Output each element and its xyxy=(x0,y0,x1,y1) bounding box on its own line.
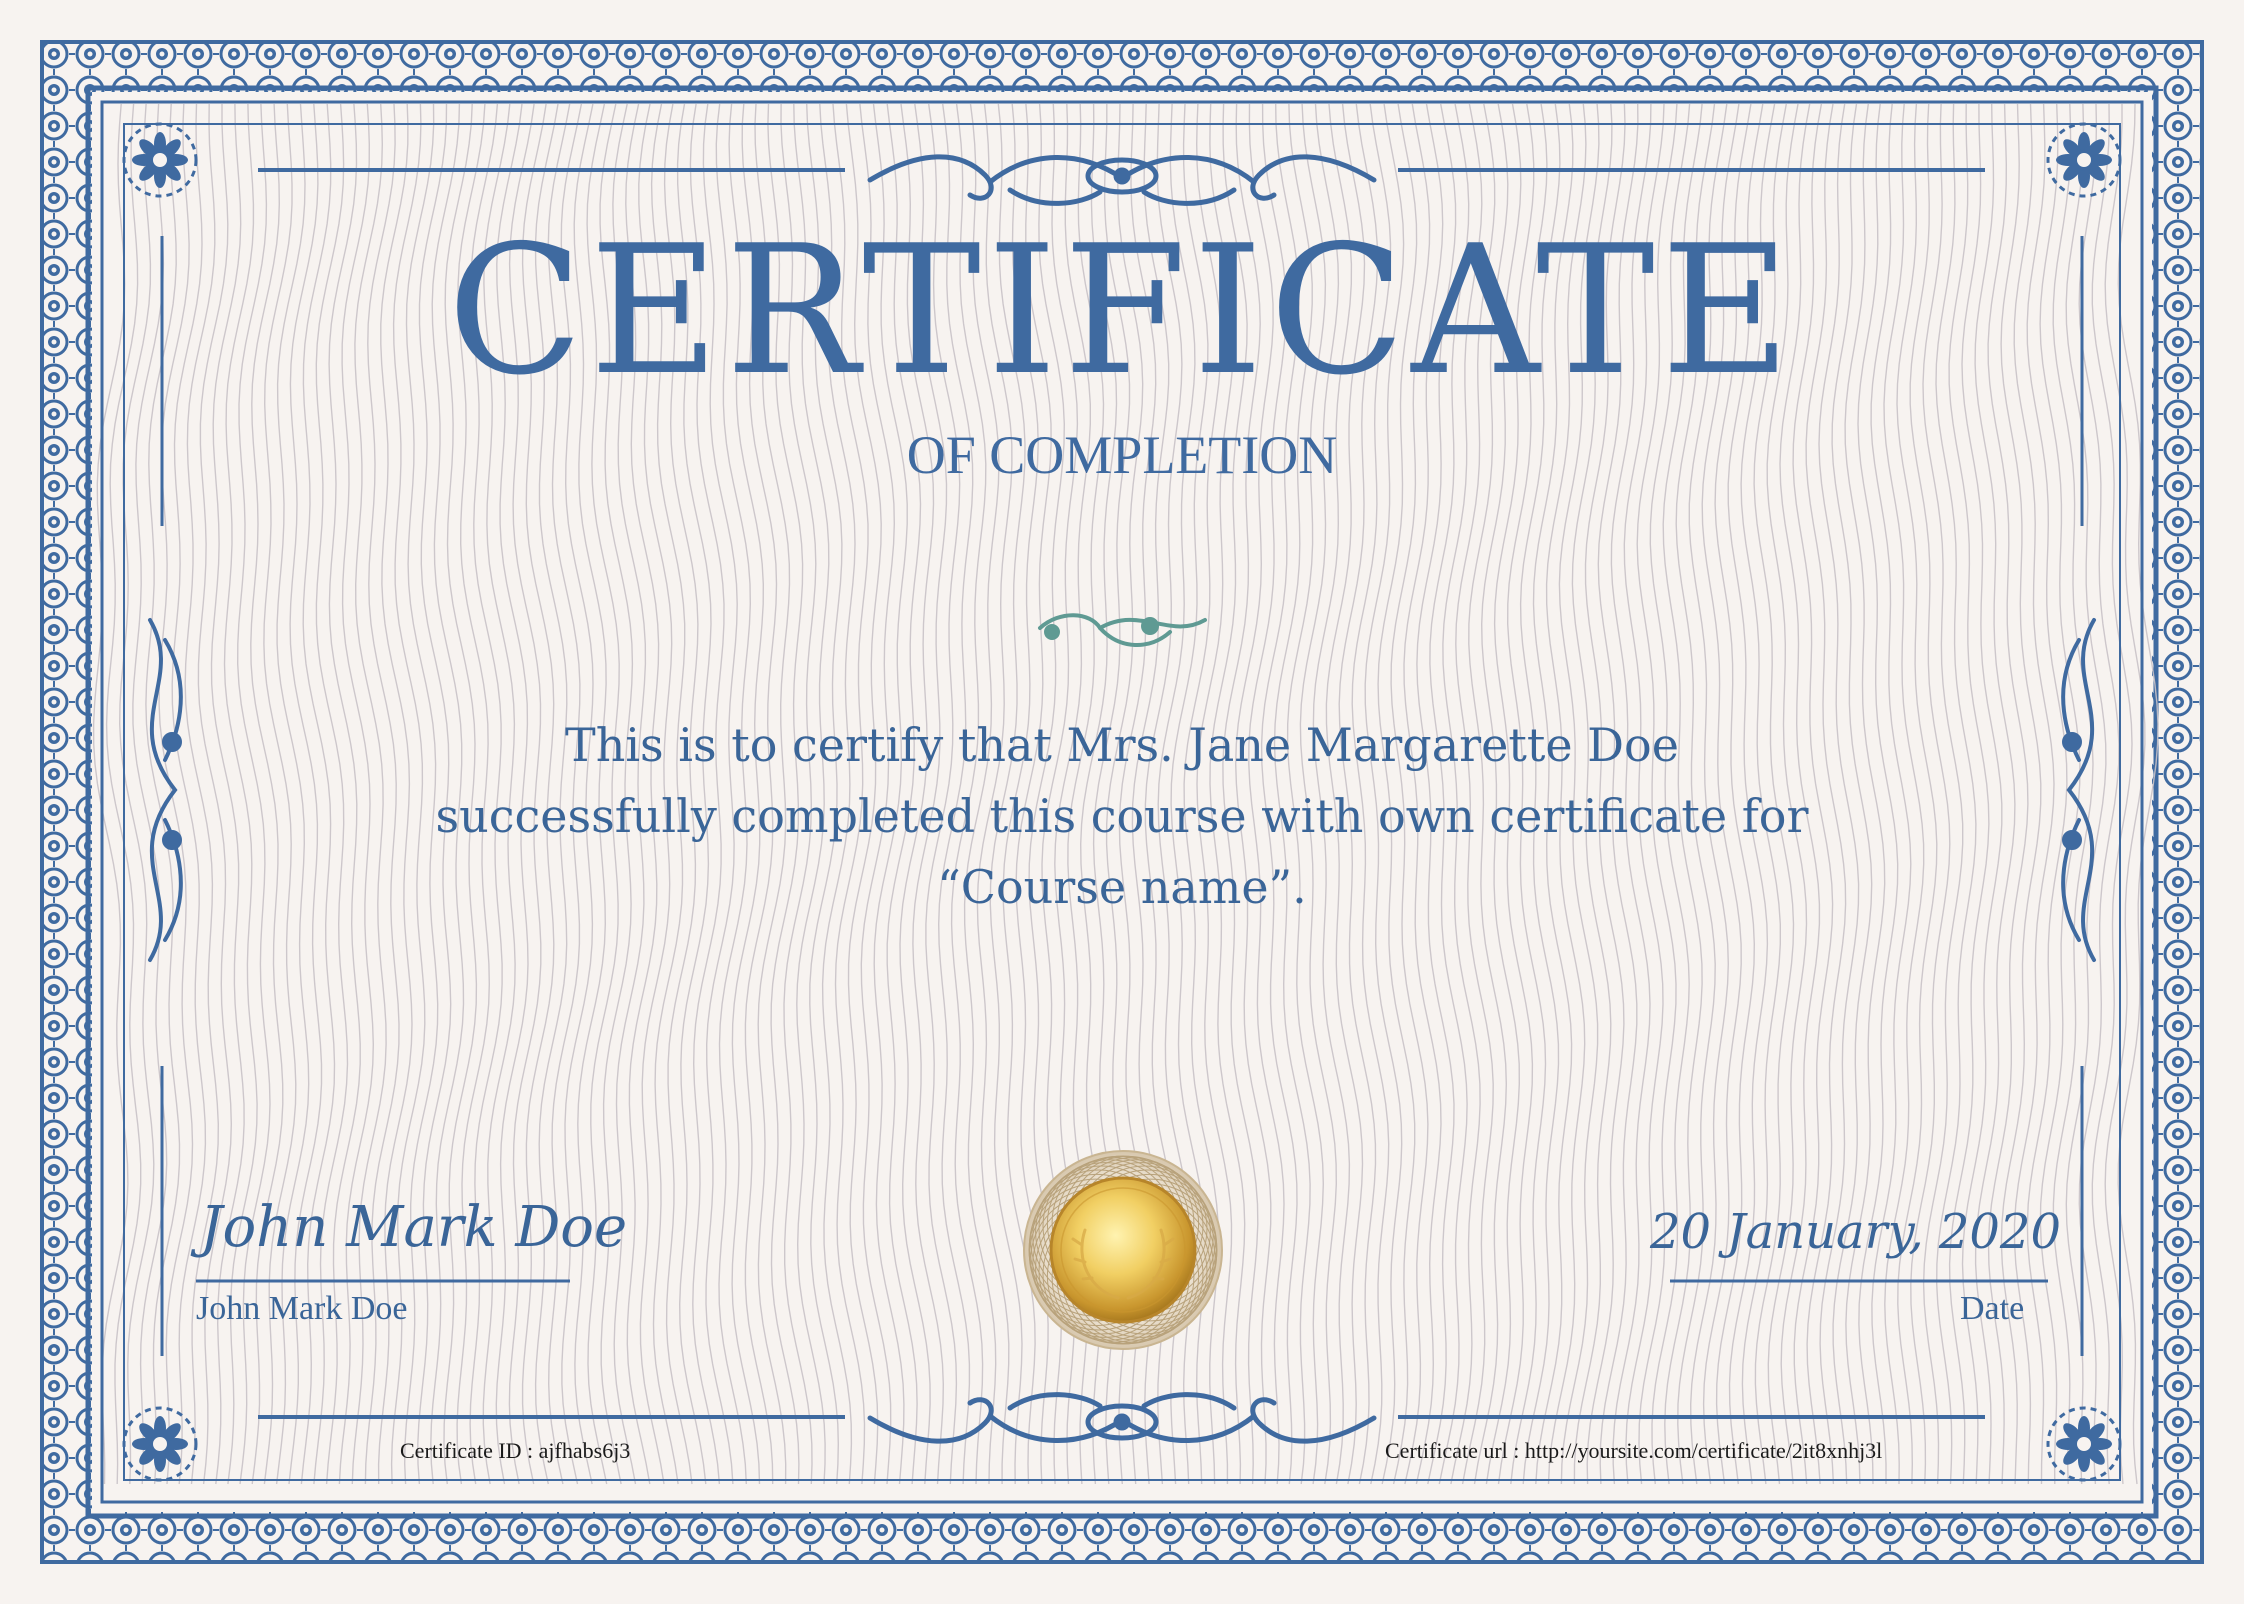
gold-seal-icon xyxy=(1023,1150,1223,1350)
certificate-subtitle: OF COMPLETION xyxy=(906,425,1338,485)
date-caption: Date xyxy=(1960,1290,2025,1327)
signature-script: John Mark Doe xyxy=(200,1195,628,1260)
certificate-title: CERTIFICATE xyxy=(447,207,1797,414)
certify-line-2: successfully completed this course with … xyxy=(435,789,1809,843)
certify-line-1: This is to certify that Mrs. Jane Margar… xyxy=(565,718,1679,772)
certificate-url: Certificate url : http://yoursite.com/ce… xyxy=(1385,1438,1883,1463)
certificate-id: Certificate ID : ajfhabs6j3 xyxy=(400,1438,631,1463)
date-script: 20 January, 2020 xyxy=(1650,1204,2061,1260)
certificate-page: CERTIFICATE OF COMPLETION This is to cer… xyxy=(0,0,2244,1604)
signature-caption: John Mark Doe xyxy=(196,1290,408,1327)
certify-line-3: “Course name”. xyxy=(937,860,1307,914)
